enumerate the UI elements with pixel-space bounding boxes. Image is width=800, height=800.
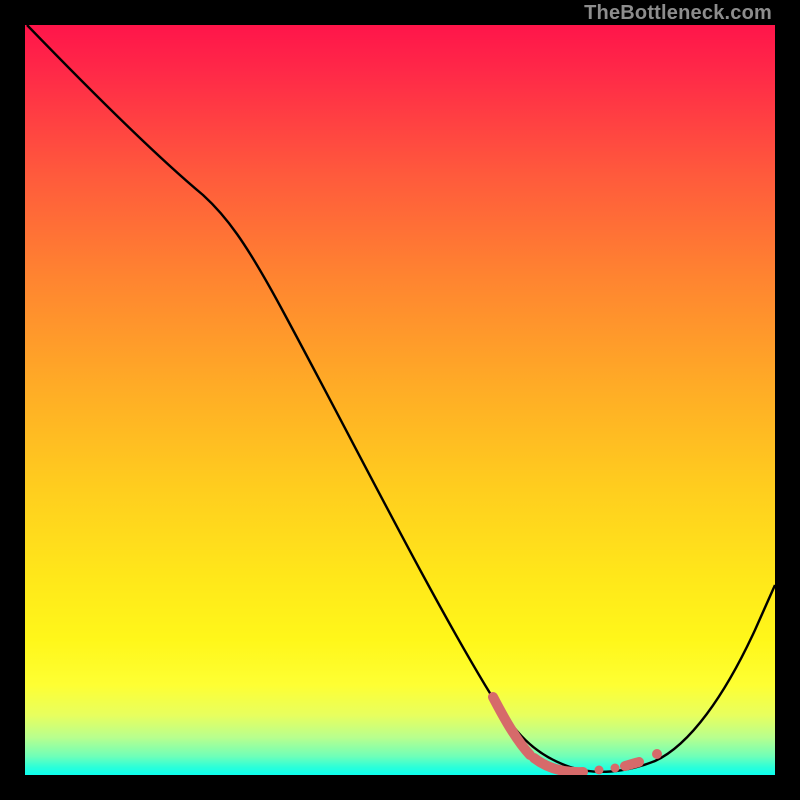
bottleneck-curve-line (27, 25, 775, 772)
chart-svg (25, 25, 775, 775)
optimal-range-marker (493, 697, 662, 775)
chart-frame (25, 25, 775, 775)
watermark-text: TheBottleneck.com (584, 2, 772, 25)
